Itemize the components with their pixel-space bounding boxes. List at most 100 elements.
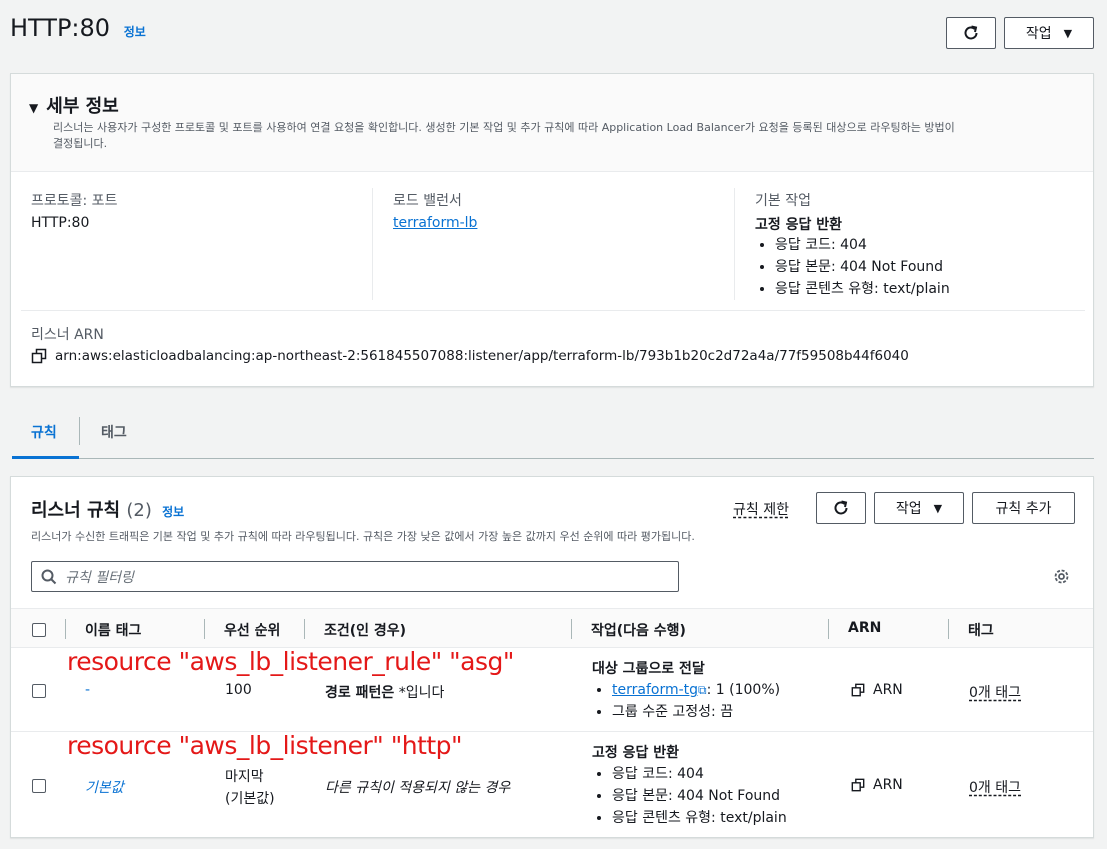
- action-title: 대상 그룹으로 전달: [592, 661, 705, 677]
- priority-line2: (기본값): [225, 791, 275, 807]
- list-item: 응답 콘텐츠 유형: text/plain: [775, 278, 950, 300]
- details-description-line1: 리스너는 사용자가 구성한 프로토콜 및 포트를 사용하여 연결 요청을 확인합…: [53, 121, 955, 134]
- table-row: resource "aws_lb_listener_rule" "asg" - …: [11, 647, 1093, 732]
- caret-down-icon: ▼: [29, 101, 39, 115]
- arn-label: 리스너 ARN: [31, 327, 104, 343]
- default-action-label: 기본 작업: [755, 193, 811, 209]
- column-name[interactable]: 이름 태그: [85, 620, 141, 640]
- rule-condition: 경로 패턴은 *입니다: [325, 682, 444, 702]
- refresh-icon: [964, 25, 978, 40]
- arn-label: ARN: [873, 682, 903, 698]
- column-divider: [571, 619, 572, 639]
- actions-label: 작업: [895, 501, 922, 517]
- info-link[interactable]: 정보: [162, 505, 184, 519]
- caret-down-icon: ▼: [1063, 26, 1073, 40]
- column-priority[interactable]: 우선 순위: [224, 620, 280, 640]
- column-divider: [304, 619, 305, 639]
- rules-title-text: 리스너 규칙: [31, 500, 121, 521]
- details-description-line2: 결정됩니다.: [53, 137, 108, 150]
- default-action-title: 고정 응답 반환: [755, 217, 843, 233]
- actions-label: 작업: [1025, 26, 1052, 42]
- tab-rules-label: 규칙: [31, 425, 57, 441]
- add-rule-button[interactable]: 규칙 추가: [972, 492, 1075, 524]
- list-item: 응답 콘텐츠 유형: text/plain: [612, 807, 787, 829]
- page-title: HTTP:80 정보: [10, 14, 146, 42]
- list-item: 응답 본문: 404 Not Found: [612, 785, 787, 807]
- list-item: 응답 코드: 404: [612, 763, 787, 785]
- lb-label: 로드 밸런서: [393, 193, 462, 209]
- rule-limits-link[interactable]: 규칙 제한: [733, 499, 789, 519]
- caret-down-icon: ▼: [933, 501, 943, 515]
- info-link[interactable]: 정보: [124, 25, 146, 39]
- column-tags[interactable]: 태그: [968, 620, 994, 640]
- list-item: terraform-tg⧉: 1 (100%): [612, 679, 780, 701]
- select-all-checkbox[interactable]: [32, 623, 46, 637]
- column-divider: [734, 188, 735, 300]
- rule-name: 기본값: [85, 780, 124, 796]
- details-description: 리스너는 사용자가 구성한 프로토콜 및 포트를 사용하여 연결 요청을 확인합…: [53, 120, 1073, 152]
- tags-link[interactable]: 0개 태그: [969, 682, 1021, 702]
- details-title: 세부 정보: [46, 96, 119, 117]
- copy-icon[interactable]: [31, 348, 47, 364]
- tab-rules[interactable]: 규칙: [12, 413, 79, 459]
- divider: [21, 310, 1085, 311]
- add-rule-label: 규칙 추가: [995, 501, 1052, 517]
- annotation-text: resource "aws_lb_listener" "http": [67, 731, 463, 760]
- row-checkbox[interactable]: [32, 684, 46, 698]
- actions-dropdown[interactable]: 작업 ▼: [1004, 17, 1094, 49]
- lb-link[interactable]: terraform-lb: [393, 215, 477, 231]
- default-action-list: 응답 코드: 404 응답 본문: 404 Not Found 응답 콘텐츠 유…: [755, 234, 950, 300]
- rule-priority: 100: [225, 682, 252, 698]
- column-divider: [65, 619, 66, 639]
- refresh-button[interactable]: [816, 492, 866, 524]
- target-group-weight: : 1 (100%): [706, 682, 781, 698]
- table-header: 이름 태그 우선 순위 조건(인 경우) 작업(다음 수행) ARN 태그: [11, 608, 1093, 648]
- tab-tags[interactable]: 태그: [80, 413, 148, 459]
- protocol-value: HTTP:80: [31, 215, 90, 231]
- column-conditions[interactable]: 조건(인 경우): [324, 620, 406, 640]
- rule-condition: 다른 규칙이 적용되지 않는 경우: [325, 780, 511, 796]
- condition-rest: *입니다: [394, 685, 445, 701]
- rule-filter-input[interactable]: 규칙 필터링: [31, 561, 679, 592]
- condition-bold: 경로 패턴은: [325, 685, 395, 701]
- arn-row: arn:aws:elasticloadbalancing:ap-northeas…: [31, 348, 909, 364]
- arn-value: arn:aws:elasticloadbalancing:ap-northeas…: [55, 348, 909, 364]
- table-row: resource "aws_lb_listener" "http" 기본값 마지…: [11, 731, 1093, 838]
- priority-line1: 마지막: [225, 769, 264, 785]
- tab-tags-label: 태그: [101, 425, 127, 441]
- rule-name: -: [85, 682, 91, 698]
- rules-panel: 리스너 규칙 (2) 정보 규칙 제한 작업 ▼ 규칙 추가 리스너가 수신한 트…: [10, 476, 1094, 838]
- arn-copy[interactable]: ARN: [851, 777, 903, 793]
- column-divider: [372, 188, 373, 300]
- action-list: terraform-tg⧉: 1 (100%) 그룹 수준 고정성: 끔: [592, 679, 780, 723]
- refresh-button[interactable]: [946, 17, 996, 49]
- rules-actions-dropdown[interactable]: 작업 ▼: [874, 492, 964, 524]
- list-item: 응답 본문: 404 Not Found: [775, 256, 950, 278]
- rules-title: 리스너 규칙 (2) 정보: [31, 496, 184, 522]
- arn-label: ARN: [873, 777, 903, 793]
- list-item: 그룹 수준 고정성: 끔: [612, 701, 780, 723]
- page-title-text: HTTP:80: [10, 14, 111, 42]
- row-checkbox[interactable]: [32, 779, 46, 793]
- copy-icon: [851, 683, 865, 697]
- column-divider: [204, 619, 205, 639]
- arn-copy[interactable]: ARN: [851, 682, 903, 698]
- list-item: 응답 코드: 404: [775, 234, 950, 256]
- rule-limits-label: 규칙 제한: [733, 502, 789, 518]
- details-panel: ▼ 세부 정보 리스너는 사용자가 구성한 프로토콜 및 포트를 사용하여 연결 …: [10, 73, 1094, 387]
- settings-gear-icon[interactable]: [1053, 568, 1070, 585]
- details-toggle[interactable]: ▼ 세부 정보: [29, 92, 119, 118]
- tab-bar: 규칙 태그: [12, 413, 1094, 459]
- action-list: 응답 코드: 404 응답 본문: 404 Not Found 응답 콘텐츠 유…: [592, 763, 787, 829]
- target-group-link[interactable]: terraform-tg: [612, 682, 698, 698]
- rules-count: (2): [126, 500, 152, 521]
- column-divider: [948, 619, 949, 639]
- rule-priority: 마지막 (기본값): [225, 766, 275, 810]
- column-arn[interactable]: ARN: [848, 620, 881, 636]
- rules-description: 리스너가 수신한 트래픽은 기본 작업 및 추가 규칙에 따라 라우팅됩니다. …: [31, 530, 695, 543]
- column-actions[interactable]: 작업(다음 수행): [591, 620, 686, 640]
- refresh-icon: [834, 500, 848, 515]
- tags-link[interactable]: 0개 태그: [969, 777, 1021, 797]
- search-icon: [41, 569, 57, 584]
- external-link-icon: ⧉: [698, 683, 707, 697]
